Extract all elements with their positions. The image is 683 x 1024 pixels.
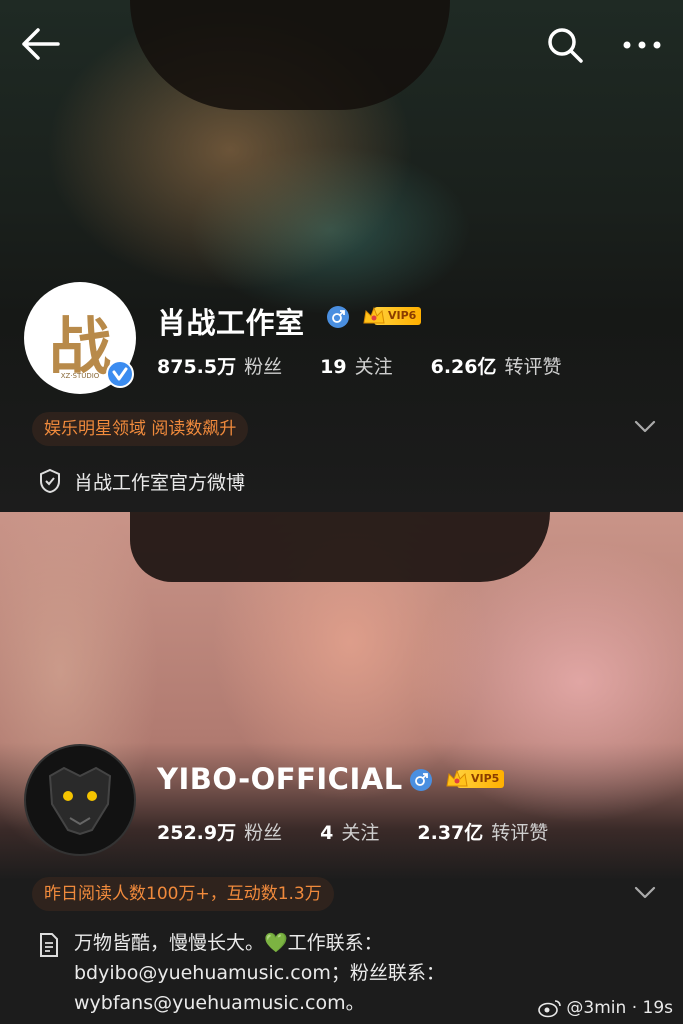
male-gender-icon [327, 306, 349, 328]
vip-crown-icon [446, 769, 468, 787]
bio-line: bdyibo@yuehuamusic.com；粉丝联系： [74, 962, 445, 984]
likes-label: 转评赞 [491, 822, 549, 844]
activity-tag[interactable]: 昨日阅读人数100万+，互动数1.3万 [32, 877, 334, 911]
male-gender-icon [410, 769, 432, 791]
vip-badge[interactable]: VIP5 [445, 769, 505, 789]
watermark-text: @3min · 19s [566, 998, 673, 1018]
cover-photo [130, 512, 550, 582]
vip-crown-icon [363, 306, 385, 324]
likes-count: 2.37亿 [417, 822, 484, 844]
more-icon[interactable] [622, 40, 662, 50]
followers-count[interactable]: 875.5万 [157, 352, 236, 379]
verified-description: 肖战工作室官方微博 [74, 472, 246, 494]
profile-panel-xiaozhan: 战 XZ·STUDIO 肖战工作室 VIP6 875.5万 粉丝 19 关注 6… [0, 0, 683, 512]
following-count[interactable]: 19 [320, 356, 346, 378]
likes-label: 转评赞 [504, 356, 562, 378]
search-icon[interactable] [546, 26, 584, 64]
bio-text: 万物皆酷，慢慢长大。💚工作联系： bdyibo@yuehuamusic.com；… [74, 928, 445, 1018]
weibo-logo-icon [538, 1000, 562, 1018]
profile-panel-yibo: YIBO-OFFICIAL VIP5 252.9万 粉丝 4 关注 2.37亿 … [0, 512, 683, 1024]
document-icon [40, 933, 58, 957]
profile-name: 肖战工作室 [157, 306, 305, 340]
following-label[interactable]: 关注 [355, 352, 393, 379]
profile-name: YIBO-OFFICIAL [157, 762, 403, 796]
followers-label[interactable]: 粉丝 [244, 352, 282, 379]
vip-badge[interactable]: VIP6 [362, 306, 422, 326]
avatar[interactable] [24, 744, 136, 856]
cover-photo [130, 0, 450, 110]
bio-line: wybfans@yuehuamusic.com。 [74, 992, 365, 1014]
bio-line: 万物皆酷，慢慢长大。💚工作联系： [74, 932, 383, 954]
back-arrow-icon[interactable] [20, 26, 60, 62]
following-count[interactable]: 4 [320, 822, 333, 844]
chevron-down-icon[interactable] [634, 886, 656, 900]
stats-row: 875.5万 粉丝 19 关注 6.26亿 转评赞 [157, 352, 600, 379]
domain-tag[interactable]: 娱乐明星领域 阅读数飙升 [32, 412, 249, 446]
likes-count: 6.26亿 [430, 356, 497, 378]
verified-icon [106, 360, 134, 388]
watermark: @3min · 19s [538, 998, 673, 1018]
chevron-down-icon[interactable] [634, 420, 656, 434]
followers-count[interactable]: 252.9万 [157, 818, 236, 845]
followers-label[interactable]: 粉丝 [244, 818, 282, 845]
panther-logo-icon [48, 766, 112, 836]
shield-icon [40, 468, 60, 494]
following-label[interactable]: 关注 [341, 818, 379, 845]
stats-row: 252.9万 粉丝 4 关注 2.37亿 转评赞 [157, 818, 586, 845]
